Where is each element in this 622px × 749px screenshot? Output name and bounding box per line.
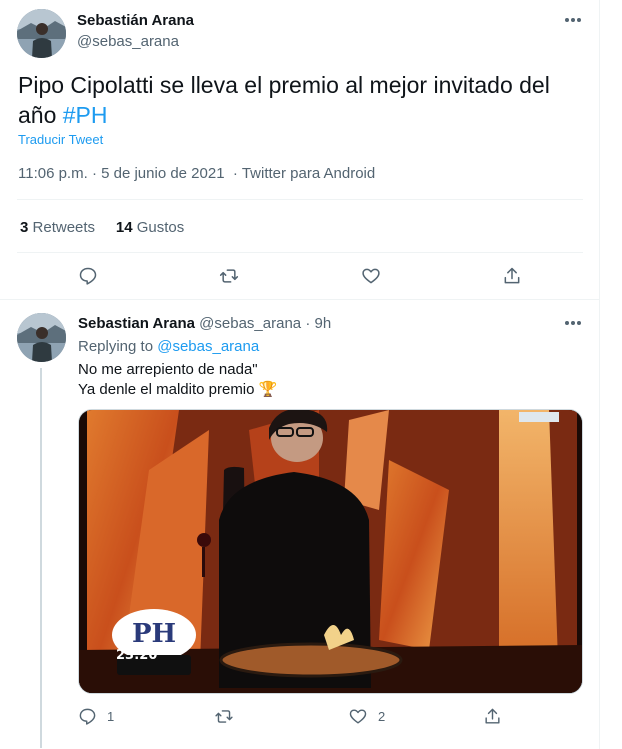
reply-author-handle[interactable]: @sebas_arana — [199, 315, 301, 332]
tweet-text: Pipo Cipolatti se lleva el premio al mej… — [18, 70, 578, 130]
reply-reply-button[interactable]: 1 — [78, 707, 114, 726]
tweet-media-image[interactable]: PH 23:20 — [78, 409, 583, 694]
likes-count: 14 — [115, 219, 133, 236]
author-handle[interactable]: @sebas_arana — [77, 33, 179, 50]
more-horizontal-icon — [565, 321, 581, 325]
divider — [17, 252, 583, 253]
retweet-button[interactable] — [218, 266, 240, 286]
reply-header: Sebastian Arana @sebas_arana · 9h — [78, 315, 331, 332]
heart-icon — [362, 268, 380, 284]
retweets-count: 3 — [20, 219, 29, 236]
tweet-metadata: 11:06 p.m. · 5 de junio de 2021 · Twitte… — [18, 165, 375, 182]
retweet-icon — [219, 269, 239, 283]
retweets-stat[interactable]: 3 Retweets — [20, 219, 95, 236]
replying-to: Replying to @sebas_arana — [78, 338, 259, 355]
reply-retweet-button[interactable] — [214, 707, 234, 726]
reply-icon — [79, 708, 96, 725]
tweet-detail-panel: Sebastián Arana @sebas_arana Pipo Cipola… — [0, 0, 600, 749]
reply-button[interactable] — [78, 266, 98, 286]
share-icon — [504, 267, 520, 284]
reply-share-button[interactable] — [483, 707, 502, 726]
author-name[interactable]: Sebastián Arana — [77, 12, 194, 29]
avatar[interactable] — [17, 9, 66, 58]
reply-separator: · — [305, 315, 311, 332]
thread-line — [40, 368, 42, 748]
meta-separator: · — [91, 165, 97, 182]
reply-text-line: No me arrepiento de nada" — [78, 361, 258, 378]
reply-text-line: Ya denle el maldito premio 🏆 — [78, 381, 278, 398]
likes-label: Gustos — [136, 219, 185, 236]
share-icon — [485, 708, 500, 724]
divider — [0, 299, 600, 300]
translate-tweet-link[interactable]: Traducir Tweet — [18, 132, 103, 147]
like-button[interactable] — [360, 266, 382, 286]
reply-author-name[interactable]: Sebastian Arana — [78, 315, 195, 332]
replying-label: Replying to — [78, 338, 154, 355]
retweets-label: Retweets — [32, 219, 96, 236]
tweet-time[interactable]: 11:06 p.m. — [18, 165, 88, 182]
hashtag-link[interactable]: #PH — [63, 102, 108, 128]
likes-stat[interactable]: 14 Gustos — [116, 219, 184, 236]
tweet-client[interactable]: Twitter para Android — [242, 165, 375, 182]
heart-icon — [349, 709, 367, 724]
media-overlay-time: 23:20 — [116, 648, 158, 663]
reply-time[interactable]: 9h — [314, 315, 331, 332]
reply-icon — [79, 267, 97, 285]
retweet-icon — [215, 710, 233, 723]
meta-separator: · — [232, 165, 238, 182]
replying-handle-link[interactable]: @sebas_arana — [157, 338, 259, 355]
tweet-date[interactable]: 5 de junio de 2021 — [101, 165, 224, 182]
more-horizontal-icon — [565, 18, 581, 22]
reply-count: 1 — [107, 709, 115, 724]
reply-text: No me arrepiento de nada" Ya denle el ma… — [78, 360, 277, 400]
reply-like-button[interactable]: 2 — [348, 707, 385, 726]
reply-avatar[interactable] — [17, 313, 66, 362]
like-count: 2 — [378, 709, 386, 724]
more-options-button[interactable] — [561, 10, 585, 30]
share-button[interactable] — [502, 266, 522, 286]
svg-text:PH: PH — [132, 619, 176, 649]
divider — [17, 199, 583, 200]
tweet-stats: 3 Retweets 14 Gustos — [20, 219, 184, 236]
reply-more-options-button[interactable] — [561, 313, 585, 333]
